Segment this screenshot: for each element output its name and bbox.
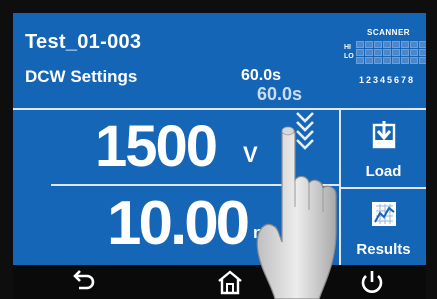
load-icon [372,121,396,149]
scanner-channel-numbers: 12345678 [359,75,416,85]
scanner-title: SCANNER [367,28,411,37]
scanner-hi-label: HI [344,44,351,51]
mode-settings-label: DCW Settings [25,67,138,86]
touch-screen: Test_01-003 DCW Settings 60.0s 60.0s SCA… [13,13,426,265]
home-icon[interactable] [216,269,244,295]
test-time-drag-ghost: 60.0s [257,84,303,104]
current-reading[interactable]: 10.00 [107,188,250,259]
back-icon[interactable] [70,269,98,295]
bottom-nav-bar [13,265,426,299]
voltage-reading[interactable]: 1500 [95,113,218,180]
scanner-lo-label: LO [344,53,354,60]
pointing-hand-overlay [256,126,337,299]
results-chart-icon [372,202,396,226]
test-time-value[interactable]: 60.0s [241,67,281,85]
scanner-channel-grid [356,41,426,64]
test-name: Test_01-003 [25,31,142,53]
